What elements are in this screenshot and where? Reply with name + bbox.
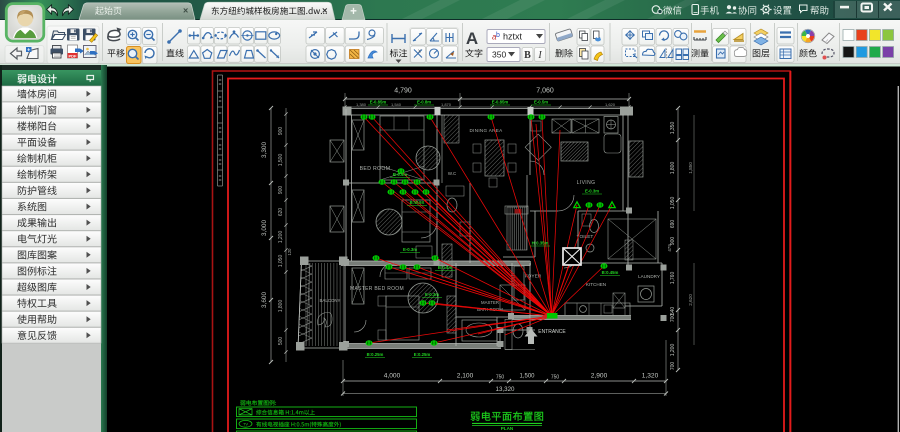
svg-text:4,790: 4,790	[394, 88, 412, 95]
svg-text:PLAN: PLAN	[501, 426, 514, 431]
svg-text:+: +	[350, 6, 357, 18]
svg-text:1,500: 1,500	[519, 374, 535, 380]
svg-text:B:0.4m: B:0.4m	[438, 265, 453, 270]
svg-text:A: A	[466, 29, 478, 48]
svg-text:1,760: 1,760	[670, 272, 676, 285]
svg-text:×: ×	[183, 6, 188, 16]
svg-text:1,200: 1,200	[670, 344, 676, 357]
svg-text:3,600: 3,600	[261, 292, 268, 308]
svg-text:×: ×	[322, 6, 328, 17]
svg-text:BED ROOM: BED ROOM	[360, 166, 391, 172]
svg-text:PDF: PDF	[69, 54, 78, 59]
svg-text:B:W.9X: B:W.9X	[410, 200, 425, 205]
svg-text:E-0.5m: E-0.5m	[534, 100, 548, 105]
svg-text:E-0.3m: E-0.3m	[403, 247, 417, 252]
svg-text:1,200: 1,200	[278, 231, 284, 244]
svg-text:1,870: 1,870	[441, 102, 452, 107]
svg-text:E-0.3m: E-0.3m	[425, 292, 439, 297]
svg-text:X: X	[418, 49, 421, 54]
svg-text:7,060: 7,060	[536, 88, 554, 95]
svg-text:700: 700	[670, 362, 676, 371]
svg-text:1,800: 1,800	[278, 300, 284, 313]
svg-text:I: I	[537, 50, 542, 61]
svg-text:700: 700	[670, 314, 676, 323]
svg-text:hztxt: hztxt	[503, 32, 523, 42]
svg-text:750: 750	[496, 375, 505, 381]
svg-text:1,050: 1,050	[278, 255, 284, 268]
svg-text:E-0.85m: E-0.85m	[370, 100, 387, 105]
svg-text:1,320: 1,320	[642, 373, 659, 380]
svg-text:1,800: 1,800	[670, 162, 676, 175]
svg-text:1,500: 1,500	[278, 154, 284, 167]
svg-text:TV: TV	[243, 422, 248, 427]
svg-text:E-0.85m: E-0.85m	[492, 100, 509, 105]
svg-text:1,380: 1,380	[356, 102, 367, 107]
svg-text:E:0.25m: E:0.25m	[414, 352, 431, 357]
svg-text:350: 350	[492, 50, 506, 60]
svg-text:2,100: 2,100	[457, 373, 474, 380]
svg-text:LAUNDRY: LAUNDRY	[638, 274, 660, 279]
svg-text:W.C: W.C	[448, 171, 456, 176]
svg-text:MASTER BED ROOM: MASTER BED ROOM	[350, 286, 404, 292]
svg-text:479: 479	[667, 244, 672, 252]
svg-text:620: 620	[278, 208, 284, 217]
svg-text:H:0.35m: H:0.35m	[532, 241, 549, 246]
svg-text:3,300: 3,300	[261, 142, 268, 158]
svg-text:ENTRANCE: ENTRANCE	[538, 329, 566, 335]
svg-text:3,000: 3,000	[261, 220, 268, 236]
svg-text:B-0.9m: B-0.9m	[393, 172, 408, 177]
svg-text:500: 500	[278, 337, 284, 346]
svg-text:LIVING: LIVING	[577, 180, 596, 186]
svg-text:B:0.45m: B:0.45m	[602, 270, 619, 275]
svg-text:2,620: 2,620	[688, 294, 693, 306]
svg-text:4,000: 4,000	[384, 373, 401, 380]
svg-text:BALCONY: BALCONY	[320, 298, 341, 303]
svg-text:+: +	[27, 48, 30, 54]
svg-text:900: 900	[278, 186, 284, 195]
svg-text:1,050: 1,050	[670, 197, 676, 210]
svg-text:2,900: 2,900	[591, 373, 608, 380]
svg-text:120: 120	[287, 248, 292, 256]
svg-text:750: 750	[551, 375, 560, 381]
svg-text:MASTER: MASTER	[481, 300, 499, 305]
svg-text:1,540: 1,540	[391, 102, 402, 107]
svg-text:E-0.3m: E-0.3m	[585, 189, 599, 194]
svg-text:1,850: 1,850	[688, 162, 693, 174]
svg-text:DINING AREA: DINING AREA	[470, 128, 504, 133]
svg-text:690: 690	[670, 220, 676, 229]
svg-text:900: 900	[670, 237, 676, 246]
svg-text:1,620: 1,620	[605, 102, 616, 107]
svg-text:13,320: 13,320	[496, 386, 515, 393]
svg-text:b: b	[496, 32, 500, 39]
svg-text:KITCHEN: KITCHEN	[586, 282, 606, 287]
svg-text:900: 900	[278, 127, 284, 136]
svg-text:B:0.25m: B:0.25m	[367, 352, 384, 357]
svg-text:1,350: 1,350	[670, 122, 676, 135]
svg-text:E-0.8m: E-0.8m	[417, 100, 431, 105]
svg-text:B: B	[524, 50, 531, 61]
